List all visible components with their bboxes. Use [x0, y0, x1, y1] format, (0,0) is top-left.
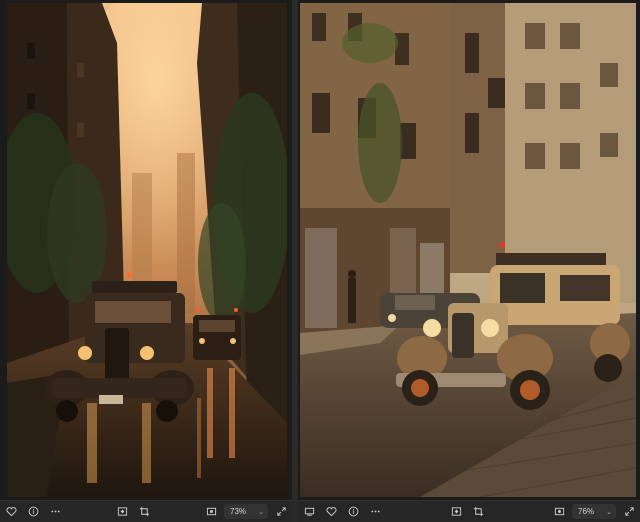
info-icon[interactable]: [342, 502, 364, 522]
fullscreen-icon[interactable]: [270, 502, 292, 522]
zoom-dropdown-chevron-icon: ⌄: [258, 508, 264, 516]
left-image-foggy-street[interactable]: [7, 3, 287, 497]
more-icon[interactable]: [44, 502, 66, 522]
heart-icon[interactable]: [320, 502, 342, 522]
zoom-level: 73%: [230, 507, 247, 516]
fit-screen-icon[interactable]: [111, 502, 133, 522]
left-viewer-pane: 73% ⌄: [0, 0, 292, 522]
heart-icon[interactable]: [0, 502, 22, 522]
left-image-canvas: [7, 3, 287, 497]
crop-icon[interactable]: [133, 502, 155, 522]
zoom-dropdown[interactable]: 76% ⌄: [572, 504, 616, 519]
info-icon[interactable]: [22, 502, 44, 522]
left-toolbar: 73% ⌄: [0, 500, 292, 522]
more-icon[interactable]: [364, 502, 386, 522]
monitor-icon[interactable]: [298, 502, 320, 522]
right-viewer-pane: 76% ⌄: [298, 0, 640, 522]
crop-icon[interactable]: [467, 502, 489, 522]
zoom-dropdown[interactable]: 73% ⌄: [224, 504, 268, 519]
right-toolbar: 76% ⌄: [298, 500, 640, 522]
right-image-canvas: [300, 3, 636, 497]
right-image-rusty-street[interactable]: [300, 3, 636, 497]
image-view-icon[interactable]: [200, 502, 222, 522]
zoom-level: 76%: [578, 507, 595, 516]
image-view-icon[interactable]: [548, 502, 570, 522]
fit-screen-icon[interactable]: [445, 502, 467, 522]
zoom-dropdown-chevron-icon: ⌄: [606, 508, 612, 516]
fullscreen-icon[interactable]: [618, 502, 640, 522]
